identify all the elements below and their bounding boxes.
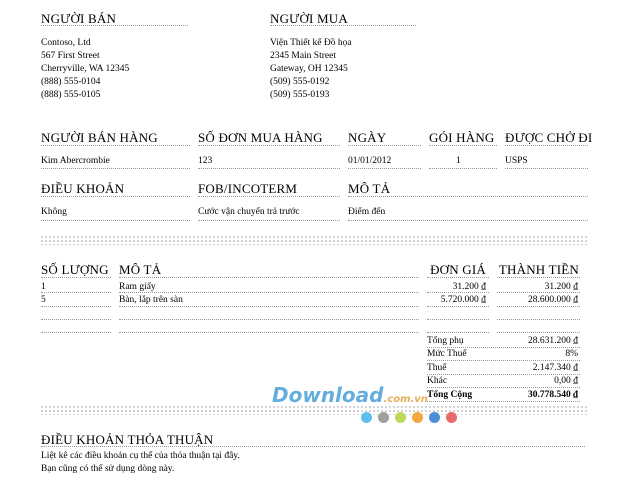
- item-row-2-qty: 5: [41, 295, 46, 305]
- watermark-dot-4: [412, 412, 423, 423]
- grand-total-label: Tổng Cộng: [427, 390, 473, 400]
- buyer-phone-1: (509) 555-0192: [270, 77, 330, 87]
- seller-phone-1: (888) 555-0104: [41, 77, 101, 87]
- seller-street: 567 First Street: [41, 51, 100, 61]
- watermark-domain-text: .com.vn: [383, 394, 428, 405]
- tax-rate-label: Mức Thuế: [427, 349, 467, 359]
- watermark-dot-5: [429, 412, 440, 423]
- agreement-line-2: Bạn cũng có thể sử dụng dòng này.: [41, 464, 175, 474]
- seller-phone-2: (888) 555-0105: [41, 90, 101, 100]
- tax-value: 2.147.340 ₫: [532, 363, 578, 373]
- date-value: 01/01/2012: [348, 156, 392, 166]
- watermark-dot-6: [446, 412, 457, 423]
- item-description-header: MÔ TẢ: [119, 262, 162, 277]
- date-header: NGÀY: [348, 130, 387, 145]
- po-number-value: 123: [198, 156, 213, 166]
- download-watermark: Download.com.vn: [272, 383, 428, 407]
- subtotal-value: 28.631.200 ₫: [528, 336, 578, 346]
- seller-city: Cherryville, WA 12345: [41, 64, 130, 74]
- shipped-via-header: ĐƯỢC CHỞ ĐI: [505, 130, 593, 145]
- qty-header: SỐ LƯỢNG: [41, 262, 109, 277]
- description-value: Điểm đến: [348, 207, 386, 217]
- item-row-2-unit: 5.720.000 ₫: [440, 295, 486, 305]
- buyer-phone-2: (509) 555-0193: [270, 90, 330, 100]
- watermark-dot-1: [361, 412, 372, 423]
- line-total-header: THÀNH TIỀN: [498, 262, 579, 277]
- other-label: Khác: [427, 376, 448, 386]
- other-value: 0,00 ₫: [554, 376, 578, 386]
- salesperson-value: Kim Abercrombie: [41, 156, 110, 166]
- item-row-2-desc: Bàn, lắp trên sàn: [119, 295, 183, 305]
- buyer-street: 2345 Main Street: [270, 51, 336, 61]
- packages-header: GÓI HÀNG: [429, 130, 495, 145]
- unit-price-header: ĐƠN GIÁ: [430, 262, 486, 277]
- buyer-city: Gateway, OH 12345: [270, 64, 348, 74]
- packages-value: 1: [456, 156, 461, 166]
- terms-header: ĐIỀU KHOẢN: [41, 181, 125, 196]
- po-number-header: SỐ ĐƠN MUA HÀNG: [198, 130, 323, 145]
- seller-name: Contoso, Ltd: [41, 38, 91, 48]
- watermark-dots: [361, 410, 471, 423]
- shipped-via-value: USPS: [505, 156, 528, 166]
- salesperson-header: NGƯỜI BÁN HÀNG: [41, 130, 158, 145]
- subtotal-label: Tổng phụ: [427, 336, 464, 346]
- description-header: MÔ TẢ: [348, 181, 391, 196]
- watermark-main-text: Download: [272, 383, 384, 407]
- watermark-dot-2: [378, 412, 389, 423]
- tax-rate-value: 8%: [565, 349, 578, 359]
- watermark-dot-3: [395, 412, 406, 423]
- tax-label: Thuế: [427, 363, 447, 373]
- grand-total-value: 30.778.540 ₫: [528, 390, 578, 400]
- fob-value: Cước vận chuyển trả trước: [198, 207, 300, 217]
- terms-value: Không: [41, 207, 67, 217]
- agreement-line-1: Liệt kê các điều khoản cụ thể của thỏa t…: [41, 451, 240, 461]
- fob-header: FOB/INCOTERM: [198, 181, 298, 196]
- separator-band: [40, 235, 588, 245]
- item-row-2-total: 28.600.000 ₫: [528, 295, 578, 305]
- buyer-name: Viện Thiết kế Đồ họa: [270, 38, 352, 48]
